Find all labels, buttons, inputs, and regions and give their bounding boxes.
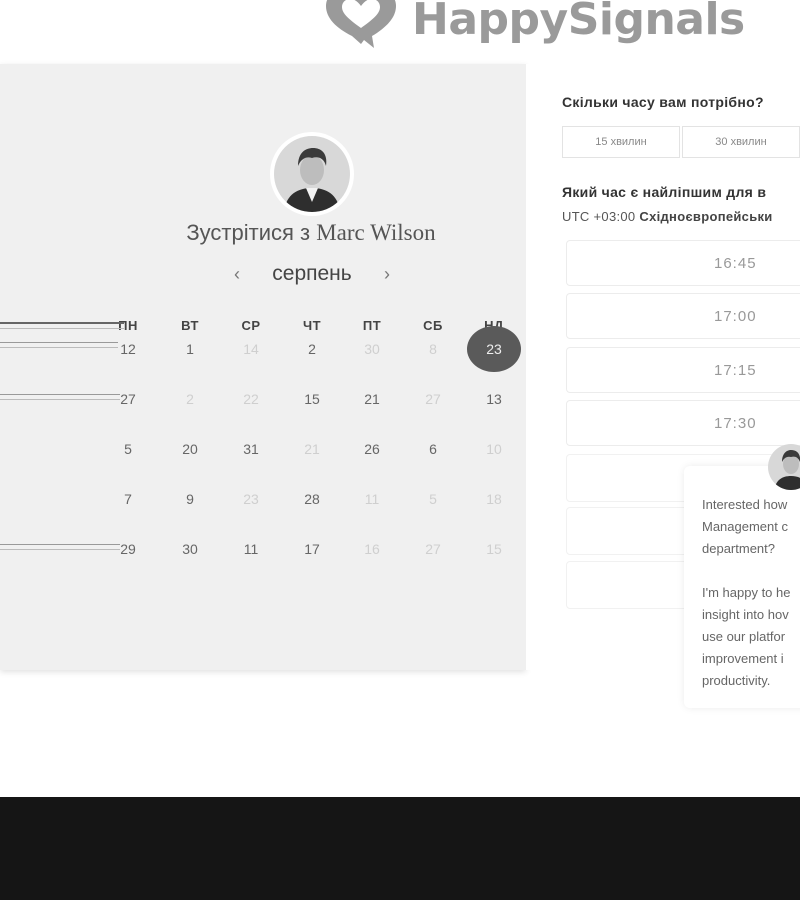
chat-line: productivity. xyxy=(702,673,771,688)
calendar-day[interactable]: 6 xyxy=(413,440,453,458)
divider-line xyxy=(0,544,120,550)
calendar-day[interactable]: 13 xyxy=(474,390,514,408)
weekday-label: ПТ xyxy=(362,318,382,333)
chat-line: Management c xyxy=(702,519,788,534)
calendar-day[interactable]: 1 xyxy=(170,340,210,358)
calendar-day[interactable]: 7 xyxy=(108,490,148,508)
timezone-label[interactable]: UTC +03:00 Східноєвропейськи xyxy=(562,209,773,224)
duration-tabs: 15 хвилин 30 хвилин xyxy=(562,126,800,158)
calendar-day[interactable]: 20 xyxy=(170,440,210,458)
calendar-day: 27 xyxy=(425,391,441,407)
time-slot[interactable]: 16:45 xyxy=(566,240,800,286)
calendar-day: 14 xyxy=(243,341,259,357)
calendar-day: 5 xyxy=(429,491,437,507)
chat-line: I'm happy to he xyxy=(702,585,791,600)
time-slot[interactable]: 17:30 xyxy=(566,400,800,446)
calendar-day[interactable]: 28 xyxy=(292,490,332,508)
calendar-day[interactable]: 5 xyxy=(108,440,148,458)
time-question: Який час є найліпшим для в xyxy=(562,184,767,200)
calendar-day: 21 xyxy=(304,441,320,457)
divider-line xyxy=(0,322,124,329)
month-navigation: ‹ серпень › xyxy=(230,262,394,286)
logo: HappySignals xyxy=(322,0,745,50)
calendar-day: 22 xyxy=(243,391,259,407)
weekday-label: ЧТ xyxy=(302,318,322,333)
calendar-day[interactable]: 11 xyxy=(231,540,271,558)
host-avatar xyxy=(274,136,350,212)
duration-option-30[interactable]: 30 хвилин xyxy=(682,126,800,158)
timezone-name: Східноєвропейськи xyxy=(639,209,773,224)
weekday-label: СБ xyxy=(423,318,443,333)
calendar-day: 27 xyxy=(425,541,441,557)
calendar-week-row: 5 20 31 21 26 6 10 xyxy=(0,440,526,470)
page: HappySignals Зустрітися з Marc Wilson ‹ … xyxy=(0,0,800,900)
timezone-offset: UTC +03:00 xyxy=(562,209,636,224)
logo-text: HappySignals xyxy=(412,0,745,45)
time-slot[interactable]: 17:15 xyxy=(566,347,800,393)
calendar-day: 16 xyxy=(364,541,380,557)
weekday-label: СР xyxy=(241,318,261,333)
chevron-left-icon[interactable]: ‹ xyxy=(230,264,244,285)
calendar-day[interactable]: 21 xyxy=(352,390,392,408)
calendar-day[interactable]: 31 xyxy=(231,440,271,458)
calendar-day: 10 xyxy=(486,441,502,457)
chat-line: department? xyxy=(702,541,775,556)
footer xyxy=(0,797,800,900)
calendar-day: 30 xyxy=(364,341,380,357)
calendar-panel: Зустрітися з Marc Wilson ‹ серпень › ПН В… xyxy=(0,64,526,670)
chat-line: Interested how xyxy=(702,497,788,512)
calendar-day[interactable]: 2 xyxy=(292,340,332,358)
duration-question: Скільки часу вам потрібно? xyxy=(562,94,764,110)
calendar-day-selected[interactable]: 23 xyxy=(467,326,521,372)
heart-speech-bubble-icon xyxy=(326,0,396,48)
time-slot[interactable]: 17:00 xyxy=(566,293,800,339)
month-label: серпень xyxy=(272,262,352,285)
calendar-day[interactable]: 26 xyxy=(352,440,392,458)
chat-line: insight into hov xyxy=(702,607,789,622)
chat-message: Interested how Management c department? … xyxy=(702,494,800,692)
calendar-day: 11 xyxy=(364,491,380,507)
chevron-right-icon[interactable]: › xyxy=(380,264,394,285)
calendar-day: 2 xyxy=(186,391,194,407)
host-avatar-frame xyxy=(270,132,354,216)
chat-line: use our platfor xyxy=(702,629,786,644)
weekday-label: ВТ xyxy=(181,318,199,333)
duration-option-15[interactable]: 15 хвилин xyxy=(562,126,680,158)
calendar-day: 15 xyxy=(486,541,502,557)
calendar-day: 18 xyxy=(486,491,502,507)
calendar-week-row: 7 9 23 28 11 5 18 xyxy=(0,490,526,520)
calendar-day: 23 xyxy=(243,491,259,507)
divider-line xyxy=(0,342,118,348)
calendar-day: 8 xyxy=(429,341,437,357)
divider-line xyxy=(0,394,120,400)
host-name: Marc Wilson xyxy=(316,220,436,245)
chat-line: improvement i xyxy=(702,651,784,666)
calendar-day[interactable]: 15 xyxy=(292,390,332,408)
meeting-title-prefix: Зустрітися з xyxy=(186,220,311,245)
calendar-day[interactable]: 17 xyxy=(292,540,332,558)
calendar-day[interactable]: 30 xyxy=(170,540,210,558)
calendar-day[interactable]: 9 xyxy=(170,490,210,508)
